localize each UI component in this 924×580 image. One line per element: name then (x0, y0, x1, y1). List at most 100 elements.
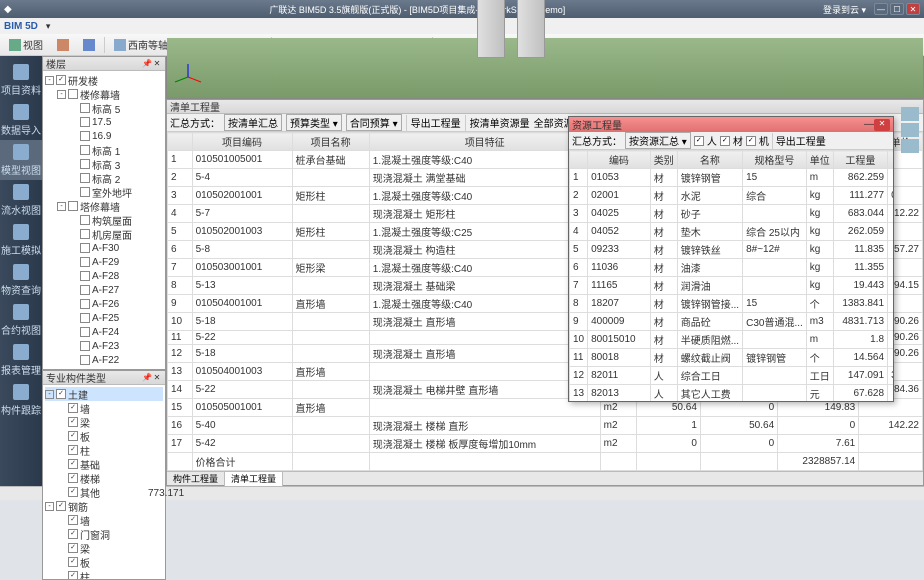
table-row[interactable]: 175-42现浇混凝土 楼梯 板厚度每增加10mmm2007.61 (168, 435, 923, 453)
tree-item[interactable]: 梁 (45, 541, 163, 555)
column-header[interactable]: 工程量 (833, 151, 887, 169)
column-header[interactable]: 名称 (677, 151, 742, 169)
tool-button-1[interactable] (52, 36, 74, 54)
menu-dropdown[interactable]: ▾ (46, 21, 51, 32)
tree-item[interactable]: 17.5 (45, 115, 163, 129)
table-row[interactable]: 304025材砂子kg683.0440.0427.32 (570, 205, 894, 223)
panel-close-icon[interactable]: ✕ (152, 59, 162, 69)
tree-item[interactable]: A-F23 (45, 339, 163, 353)
budget-type-button[interactable]: 预算类型 ▾ (286, 114, 342, 131)
pin-icon[interactable]: 📌 (142, 59, 152, 69)
filter-material-checkbox[interactable] (720, 136, 730, 146)
pin-icon[interactable]: 📌 (142, 373, 152, 383)
column-header[interactable]: 项目名称 (292, 133, 369, 151)
tree-item[interactable]: 板 (45, 429, 163, 443)
tree-item[interactable]: 基础 (45, 457, 163, 471)
float-export-button[interactable]: 导出工程量 (776, 133, 826, 148)
nav-item[interactable]: 流水视图 (0, 180, 42, 220)
tree-item[interactable]: 墙 (45, 401, 163, 415)
tree-item[interactable]: 柱 (45, 443, 163, 457)
resource-table[interactable]: 编码类别名称规格型号单位工程量单价合价(元)101053材镀锌钢管15m862.… (569, 150, 893, 401)
maximize-button[interactable]: ☐ (890, 3, 904, 15)
tree-item[interactable]: -研发楼 (45, 73, 163, 87)
tree-item[interactable]: A-F28 (45, 269, 163, 283)
nav-item[interactable]: 施工模拟 (0, 220, 42, 260)
filter-person-checkbox[interactable] (694, 136, 704, 146)
tree-item[interactable]: -钢筋 (45, 499, 163, 513)
table-row[interactable]: 9400009材商品砼C30普通混...m34831.7134101981002… (570, 313, 894, 331)
nav-item[interactable]: 物资查询 (0, 260, 42, 300)
column-header[interactable]: 项目特征 (369, 133, 600, 151)
column-header[interactable]: 单位 (806, 151, 833, 169)
tree-item[interactable]: -土建 (45, 387, 163, 401)
tree-item[interactable]: 墙 (45, 513, 163, 527)
tree-item[interactable]: -楼修幕墙 (45, 87, 163, 101)
user-cloud-label[interactable]: 登录到云 ▾ (823, 3, 866, 16)
table-row[interactable]: 711165材润滑油kg19.4434.6790.8 (570, 277, 894, 295)
tree-item[interactable]: -塔修幕墙 (45, 199, 163, 213)
column-header[interactable]: 编码 (588, 151, 651, 169)
tree-item[interactable]: A-F26 (45, 297, 163, 311)
table-row[interactable]: 1382013人其它人工费元67.628167.63 (570, 385, 894, 402)
tree-item[interactable]: A-F29 (45, 255, 163, 269)
tree-item[interactable]: 其他 (45, 485, 163, 499)
tool-button-2[interactable] (78, 36, 100, 54)
float-min-icon[interactable]: — (864, 119, 874, 130)
table-row[interactable]: 611036材油漆kg11.3557.5986.18 (570, 259, 894, 277)
nav-item[interactable]: 数据导入 (0, 100, 42, 140)
tree-item[interactable]: 16.9 (45, 129, 163, 143)
tree-item[interactable]: 标高 2 (45, 171, 163, 185)
minimize-button[interactable]: — (874, 3, 888, 15)
close-button[interactable]: ✕ (906, 3, 920, 15)
float-summary-select[interactable]: 按资源汇总 ▾ (625, 132, 691, 149)
bottom-tab[interactable]: 清单工程量 (225, 472, 283, 486)
column-header[interactable]: 类别 (650, 151, 677, 169)
table-row[interactable]: 404052材垫木综合 25以内kg262.0590.45117.93 (570, 223, 894, 241)
tree-item[interactable]: 柱 (45, 569, 163, 579)
tree-item[interactable]: A-F30 (45, 241, 163, 255)
table-row[interactable]: 101053材镀锌钢管15m862.2593.993440.41 (570, 169, 894, 187)
nav-item[interactable]: 合约视图 (0, 300, 42, 340)
tree-item[interactable]: 门窗洞 (45, 527, 163, 541)
match-res-button[interactable]: 按清单资源量 (470, 115, 530, 130)
column-header[interactable] (570, 151, 588, 169)
view-button[interactable]: 视图 (4, 36, 48, 54)
column-header[interactable] (168, 133, 193, 151)
tree-item[interactable]: 标高 1 (45, 143, 163, 157)
table-row[interactable]: 价格合计2328857.14 (168, 453, 923, 471)
tree-item[interactable]: A-F25 (45, 311, 163, 325)
table-row[interactable]: 1282011人综合工日工日147.09132.534784.88 (570, 367, 894, 385)
tree-item[interactable]: A-F24 (45, 325, 163, 339)
float-close-icon[interactable]: ✕ (874, 119, 890, 131)
tree-item[interactable]: 室外地坪 (45, 185, 163, 199)
table-row[interactable]: 1180018材螺纹截止阀镀锌钢管个14.5644806990.72 (570, 349, 894, 367)
floor-tree[interactable]: -研发楼-楼修幕墙标高 517.516.9标高 1标高 3标高 2室外地坪-塔修… (43, 71, 165, 369)
nav-item[interactable]: 报表管理 (0, 340, 42, 380)
tree-item[interactable]: 板 (45, 555, 163, 569)
bottom-tab[interactable]: 构件工程量 (167, 472, 225, 486)
column-header[interactable]: 规格型号 (743, 151, 807, 169)
summary-mode-select[interactable]: 按清单汇总 (224, 114, 282, 131)
tree-item[interactable]: 标高 3 (45, 157, 163, 171)
column-header[interactable]: 单价 (888, 151, 893, 169)
tree-item[interactable]: 梁 (45, 415, 163, 429)
tree-item[interactable]: 标高 5 (45, 101, 163, 115)
viewport-3d[interactable]: 视口📌☐✕ (166, 56, 924, 99)
table-row[interactable]: 165-40现浇混凝土 楼梯 直形m2150.640142.22 (168, 417, 923, 435)
tree-item[interactable]: A-F27 (45, 283, 163, 297)
tree-item[interactable]: 机房屋面 (45, 227, 163, 241)
contract-budget-button[interactable]: 合同预算 ▾ (346, 114, 402, 131)
view-cube[interactable] (901, 107, 919, 167)
table-row[interactable]: 1080015010材半硬质阻燃...m1.800 (570, 331, 894, 349)
table-row[interactable]: 818207材镀锌钢管接...15个1383.8410.52719.6 (570, 295, 894, 313)
column-header[interactable]: 项目编码 (192, 133, 292, 151)
tree-item[interactable]: A-F22 (45, 353, 163, 367)
tree-item[interactable]: 楼梯 (45, 471, 163, 485)
table-row[interactable]: 509233材镀锌铁丝8#~12#kg11.8353.8545.56 (570, 241, 894, 259)
filter-machine-checkbox[interactable] (746, 136, 756, 146)
export-qty-button[interactable]: 导出工程量 (411, 115, 461, 130)
tree-item[interactable]: 构筑屋面 (45, 213, 163, 227)
nav-item[interactable]: 构件跟踪 (0, 380, 42, 420)
nav-item[interactable]: 项目资料 (0, 60, 42, 100)
nav-item[interactable]: 模型视图 (0, 140, 42, 180)
